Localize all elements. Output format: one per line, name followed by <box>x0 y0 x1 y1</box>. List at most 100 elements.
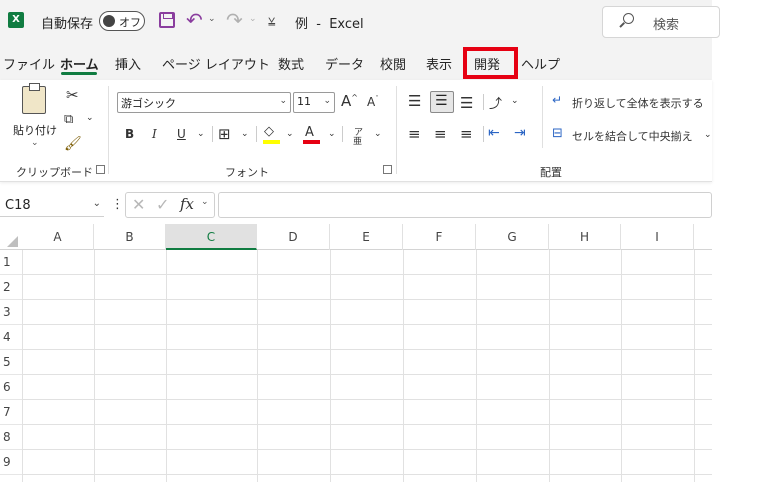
table-row[interactable] <box>22 350 712 375</box>
phonetic-dropdown-icon[interactable]: ⌄ <box>374 129 382 139</box>
tab-review[interactable]: 校閲 <box>380 54 406 73</box>
column-header-g[interactable]: G <box>476 224 549 250</box>
more-options-icon[interactable]: ⋮ <box>111 197 124 212</box>
format-painter-icon[interactable]: 🖌 <box>64 136 82 152</box>
divider <box>212 126 213 142</box>
grow-font-button[interactable]: A^ <box>341 92 358 110</box>
cancel-icon[interactable]: ✕ <box>132 195 145 214</box>
font-size-value: 11 <box>297 95 311 108</box>
redo-dropdown-icon[interactable]: ⌄ <box>249 14 257 24</box>
select-all-corner[interactable] <box>0 224 22 250</box>
table-row[interactable] <box>22 250 712 275</box>
enter-icon[interactable]: ✓ <box>156 195 169 214</box>
paste-dropdown-icon[interactable]: ⌄ <box>31 138 39 148</box>
align-bottom-icon[interactable]: ☰ <box>460 94 473 112</box>
copy-dropdown-icon[interactable]: ⌄ <box>86 113 94 123</box>
tab-view[interactable]: 表示 <box>426 54 452 73</box>
underline-dropdown-icon[interactable]: ⌄ <box>197 129 205 139</box>
table-row[interactable] <box>22 425 712 450</box>
borders-dropdown-icon[interactable]: ⌄ <box>241 129 249 139</box>
orientation-dropdown-icon[interactable]: ⌄ <box>511 96 519 106</box>
align-top-icon[interactable]: ☰ <box>408 92 421 110</box>
tab-data[interactable]: データ <box>325 54 364 73</box>
column-header-f[interactable]: F <box>403 224 476 250</box>
wrap-text-button[interactable]: 折り返して全体を表示する <box>572 95 704 111</box>
chevron-down-icon[interactable]: ⌄ <box>201 197 209 207</box>
font-color-button[interactable]: A <box>305 125 314 140</box>
row-header-4[interactable]: 4 <box>0 325 22 350</box>
name-box[interactable]: C18 ⌄ <box>0 194 104 217</box>
tab-home[interactable]: ホーム <box>60 54 99 73</box>
table-row[interactable] <box>22 375 712 400</box>
column-header-a[interactable]: A <box>22 224 94 250</box>
undo-icon[interactable]: ↶ <box>186 8 203 32</box>
underline-button[interactable]: U <box>177 127 186 141</box>
formula-input[interactable] <box>218 192 712 218</box>
fill-color-icon[interactable]: ◇ <box>264 124 274 139</box>
tab-help[interactable]: ヘルプ <box>521 54 560 73</box>
clipboard-launcher-icon[interactable] <box>96 165 105 174</box>
merge-center-icon[interactable]: ⊟ <box>552 126 563 141</box>
orientation-icon[interactable]: ⤴ <box>489 93 502 112</box>
italic-button[interactable]: I <box>152 127 157 141</box>
redo-icon[interactable]: ↷ <box>226 8 243 32</box>
shrink-font-button[interactable]: Aˇ <box>367 95 379 109</box>
tab-page-layout[interactable]: ページ レイアウト <box>162 54 270 73</box>
insert-function-button[interactable]: fx <box>180 195 194 213</box>
divider <box>342 126 343 142</box>
row-header-2[interactable]: 2 <box>0 275 22 300</box>
font-name-select[interactable]: 游ゴシック ⌄ <box>117 92 291 113</box>
wrap-text-icon[interactable]: ↵ <box>552 93 562 107</box>
row-header-7[interactable]: 7 <box>0 400 22 425</box>
row-header-5[interactable]: 5 <box>0 350 22 375</box>
save-icon[interactable] <box>159 12 175 28</box>
merge-center-button[interactable]: セルを結合して中央揃え <box>572 128 693 144</box>
paste-icon[interactable] <box>22 83 46 114</box>
align-center-icon[interactable]: ≡ <box>434 125 447 143</box>
table-row[interactable] <box>22 400 712 425</box>
undo-dropdown-icon[interactable]: ⌄ <box>208 14 216 24</box>
search-icon <box>623 13 634 24</box>
column-header-b[interactable]: B <box>94 224 166 250</box>
row-header-9[interactable]: 9 <box>0 450 22 475</box>
borders-icon[interactable]: ⊞ <box>218 125 231 143</box>
search-box[interactable]: 検索 <box>602 6 720 38</box>
search-placeholder: 検索 <box>653 18 680 33</box>
cut-icon[interactable]: ✂ <box>66 86 79 104</box>
table-row[interactable] <box>22 325 712 350</box>
fill-color-dropdown-icon[interactable]: ⌄ <box>286 129 294 139</box>
merge-dropdown-icon[interactable]: ⌄ <box>704 130 712 140</box>
table-row[interactable] <box>22 300 712 325</box>
column-header-c[interactable]: C <box>166 224 257 250</box>
increase-indent-icon[interactable]: ⇥ <box>514 125 526 141</box>
bold-button[interactable]: B <box>125 127 134 141</box>
tab-formulas[interactable]: 数式 <box>278 54 304 73</box>
align-left-icon[interactable]: ≡ <box>408 125 421 143</box>
column-header-d[interactable]: D <box>257 224 330 250</box>
decrease-indent-icon[interactable]: ⇤ <box>488 125 500 141</box>
font-color-swatch <box>303 140 320 144</box>
column-header-i[interactable]: I <box>621 224 694 250</box>
row-header-6[interactable]: 6 <box>0 375 22 400</box>
row-header-8[interactable]: 8 <box>0 425 22 450</box>
align-right-icon[interactable]: ≡ <box>460 125 473 143</box>
row-header-1[interactable]: 1 <box>0 250 22 275</box>
table-row[interactable] <box>22 275 712 300</box>
column-header-h[interactable]: H <box>549 224 621 250</box>
tab-insert[interactable]: 挿入 <box>115 54 141 73</box>
table-row[interactable] <box>22 450 712 475</box>
autosave-toggle[interactable]: オフ <box>99 11 145 31</box>
paste-label[interactable]: 貼り付け <box>13 122 57 138</box>
font-launcher-icon[interactable] <box>383 165 392 174</box>
customize-qat-icon[interactable]: ⩣ <box>268 12 275 27</box>
row-header-3[interactable]: 3 <box>0 300 22 325</box>
column-headers: A B C D E F G H I <box>0 224 712 250</box>
worksheet-grid[interactable]: A B C D E F G H I 1 2 3 4 5 6 7 8 9 <box>0 224 712 482</box>
font-size-select[interactable]: 11 ⌄ <box>293 92 335 113</box>
column-header-e[interactable]: E <box>330 224 403 250</box>
copy-icon[interactable]: ⧉ <box>64 112 73 127</box>
align-middle-button[interactable]: ☰ <box>430 91 454 113</box>
chevron-down-icon: ⌄ <box>92 198 101 209</box>
font-color-dropdown-icon[interactable]: ⌄ <box>328 129 336 139</box>
tab-file[interactable]: ファイル <box>3 54 55 73</box>
